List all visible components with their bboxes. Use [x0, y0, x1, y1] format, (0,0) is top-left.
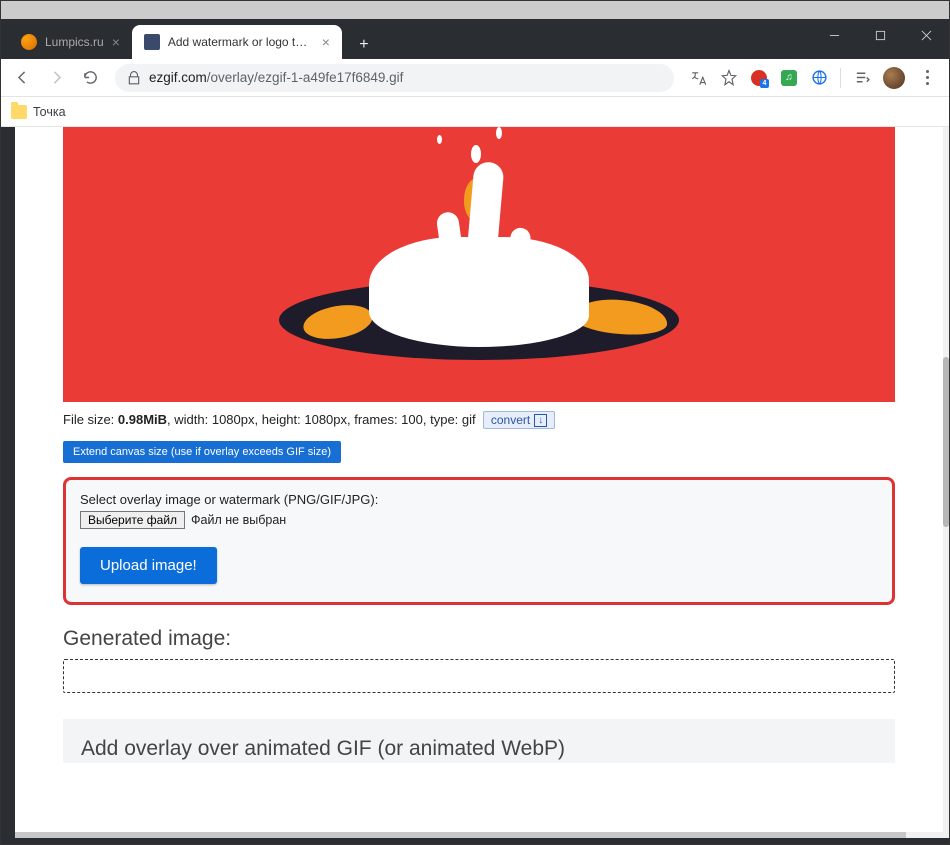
tab-close-icon[interactable]: × [112, 34, 120, 50]
extension-green-icon[interactable]: ♫ [780, 69, 798, 87]
browser-menu-button[interactable] [917, 70, 937, 85]
reading-list-icon[interactable] [853, 69, 871, 87]
favicon-lumpics [21, 34, 37, 50]
window-close-button[interactable] [903, 19, 949, 51]
gif-preview-image [63, 127, 895, 402]
upload-label: Select overlay image or watermark (PNG/G… [80, 492, 878, 507]
nav-reload-button[interactable] [75, 63, 105, 93]
bookmark-folder[interactable]: Точка [11, 105, 66, 119]
generated-image-placeholder [63, 659, 895, 693]
folder-icon [11, 105, 27, 119]
choose-file-button[interactable]: Выберите файл [80, 511, 185, 529]
translate-icon[interactable] [690, 69, 708, 87]
upload-section: Select overlay image or watermark (PNG/G… [63, 477, 895, 605]
lock-icon [127, 71, 141, 85]
window-maximize-button[interactable] [857, 19, 903, 51]
window-minimize-button[interactable] [811, 19, 857, 51]
favicon-ezgif [144, 34, 160, 50]
new-tab-button[interactable]: + [350, 31, 378, 59]
extend-canvas-button[interactable]: Extend canvas size (use if overlay excee… [63, 441, 341, 463]
tab-strip: Lumpics.ru × Add watermark or logo to an… [1, 19, 949, 59]
tab-ezgif[interactable]: Add watermark or logo to anima... × [132, 25, 342, 59]
upload-image-button[interactable]: Upload image! [80, 547, 217, 584]
url-text: ezgif.com/overlay/ezgif-1-a49fe17f6849.g… [149, 70, 403, 85]
profile-avatar[interactable] [883, 67, 905, 89]
page-viewport: File size: 0.98MiB, width: 1080px, heigh… [15, 127, 943, 838]
extension-opera-icon[interactable]: 4 [750, 69, 768, 87]
info-section: Add overlay over animated GIF (or animat… [63, 719, 895, 763]
file-info-text: File size: 0.98MiB, width: 1080px, heigh… [63, 411, 895, 429]
bookmarks-bar: Точка [1, 97, 949, 127]
horizontal-scrollbar[interactable] [15, 832, 943, 838]
bookmark-label: Точка [33, 105, 66, 119]
tab-close-icon[interactable]: × [322, 34, 330, 50]
vertical-scrollbar-thumb[interactable] [943, 357, 949, 527]
file-status-text: Файл не выбран [191, 513, 286, 527]
tab-title: Lumpics.ru [45, 35, 104, 49]
download-icon: ↓ [534, 414, 547, 427]
nav-back-button[interactable] [7, 63, 37, 93]
generated-image-heading: Generated image: [63, 627, 895, 651]
extension-globe-icon[interactable] [810, 69, 828, 87]
info-heading: Add overlay over animated GIF (or animat… [81, 737, 877, 761]
address-bar-row: ezgif.com/overlay/ezgif-1-a49fe17f6849.g… [1, 59, 949, 97]
vertical-scrollbar-track[interactable] [943, 127, 949, 838]
nav-forward-button[interactable] [41, 63, 71, 93]
convert-button[interactable]: convert↓ [483, 411, 555, 429]
tab-title: Add watermark or logo to anima... [168, 35, 314, 49]
tab-lumpics[interactable]: Lumpics.ru × [9, 25, 132, 59]
bookmark-star-icon[interactable] [720, 69, 738, 87]
address-bar[interactable]: ezgif.com/overlay/ezgif-1-a49fe17f6849.g… [115, 64, 674, 92]
